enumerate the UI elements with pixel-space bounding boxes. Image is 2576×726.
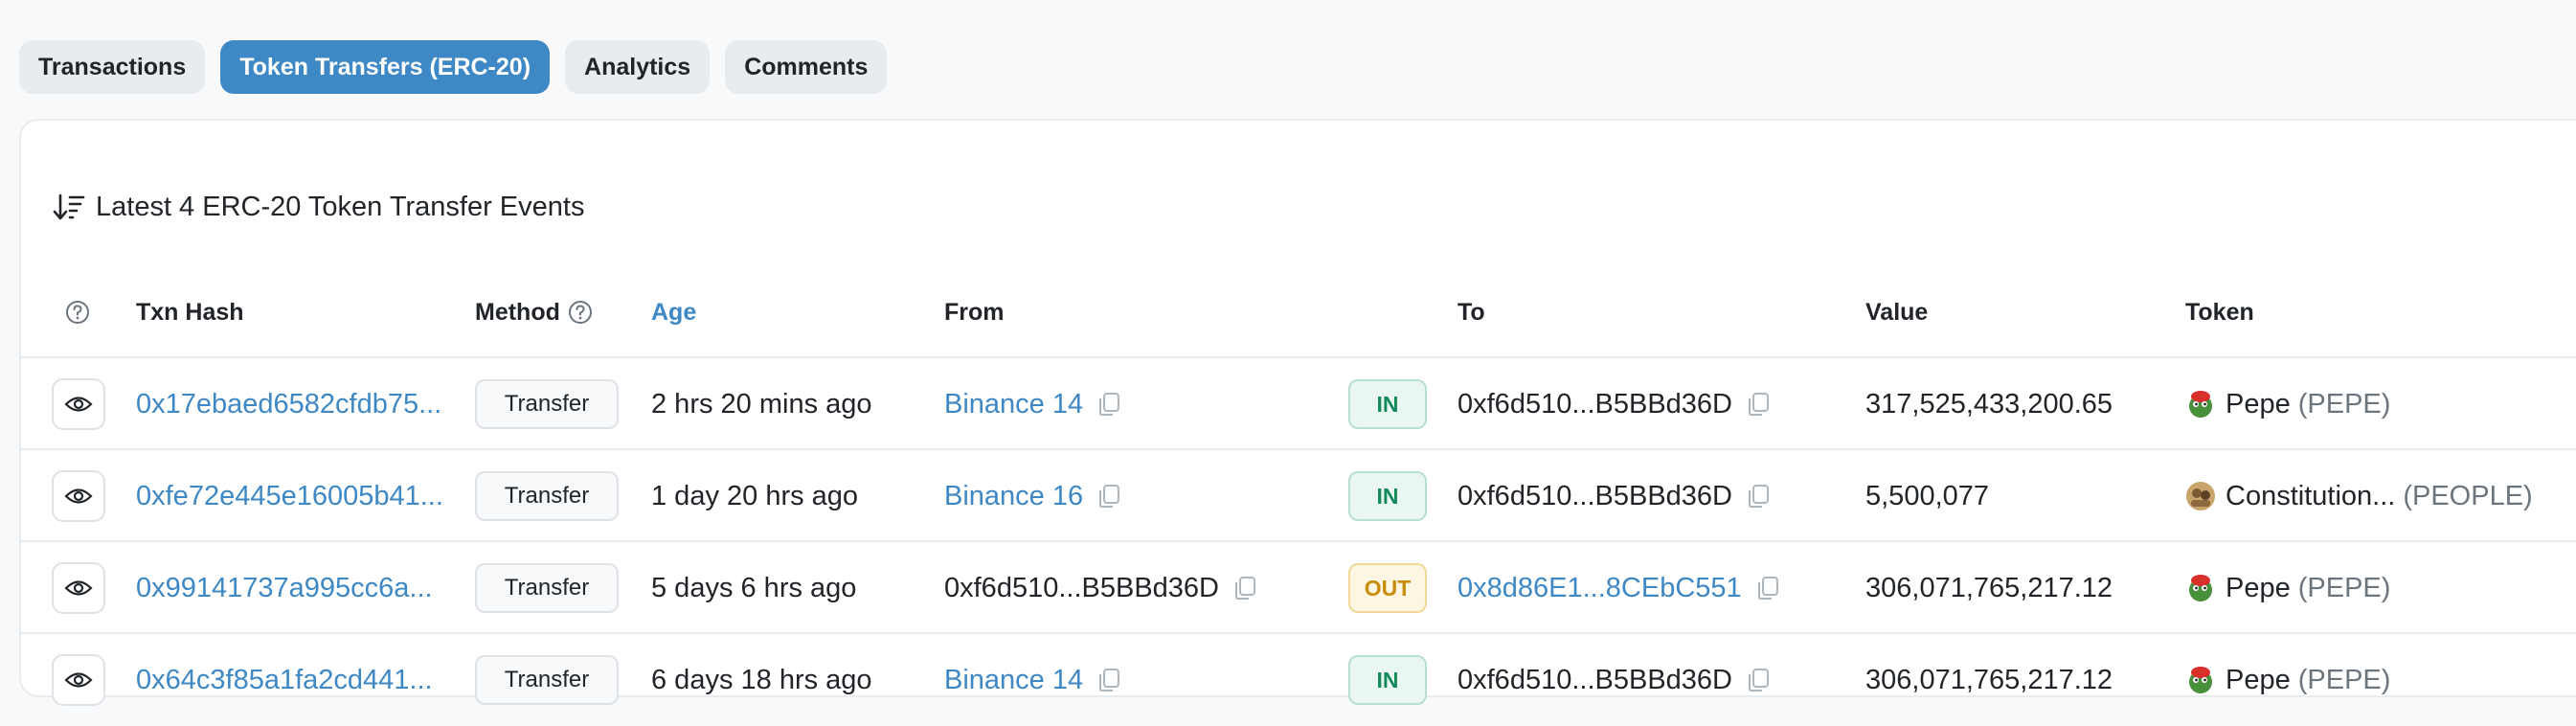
from-address-link[interactable]: Binance 16	[944, 481, 1083, 512]
copy-icon[interactable]	[1095, 390, 1123, 419]
to-address: 0xf6d510...B5BBd36D	[1457, 480, 1732, 511]
method-badge: Transfer	[475, 563, 619, 613]
question-icon[interactable]	[568, 300, 593, 325]
txn-hash-link[interactable]: 0xfe72e445e16005b41...	[136, 450, 443, 542]
token-link[interactable]: Constitution... (PEOPLE)	[2185, 450, 2533, 542]
value-text: 306,071,765,217.12	[1865, 572, 2113, 603]
header-token: Token	[2185, 298, 2254, 326]
method-badge: Transfer	[475, 655, 619, 705]
eye-column-header[interactable]	[65, 266, 90, 358]
eye-icon	[64, 672, 93, 688]
copy-icon[interactable]	[1744, 390, 1773, 419]
view-details-button[interactable]	[52, 562, 105, 614]
tab-comments[interactable]: Comments	[725, 40, 888, 94]
header-to: To	[1457, 298, 1485, 326]
token-symbol: (PEOPLE)	[2403, 480, 2533, 511]
from-address-link[interactable]: Binance 14	[944, 665, 1083, 696]
age-text: 6 days 18 hrs ago	[651, 664, 872, 695]
direction-badge-in: IN	[1348, 379, 1427, 429]
header-age[interactable]: Age	[651, 266, 696, 358]
txn-hash-link[interactable]: 0x99141737a995cc6a...	[136, 542, 433, 634]
token-symbol: (PEPE)	[2297, 664, 2391, 695]
copy-icon[interactable]	[1095, 482, 1123, 510]
tab-token-transfers[interactable]: Token Transfers (ERC-20)	[220, 40, 551, 94]
card-title: Latest 4 ERC-20 Token Transfer Events	[52, 186, 584, 228]
direction-badge-in: IN	[1348, 655, 1427, 705]
copy-icon[interactable]	[1231, 574, 1259, 602]
token-transfers-card: Latest 4 ERC-20 Token Transfer Events Tx…	[19, 119, 2576, 706]
copy-icon[interactable]	[1753, 574, 1782, 602]
table-row: 0x64c3f85a1fa2cd441... Transfer 6 days 1…	[21, 634, 2576, 726]
pepe-token-icon	[2189, 575, 2212, 601]
view-details-button[interactable]	[52, 470, 105, 522]
token-name[interactable]: Pepe	[2226, 389, 2291, 420]
tab-analytics[interactable]: Analytics	[565, 40, 711, 94]
direction-badge-out: OUT	[1348, 563, 1427, 613]
txn-hash-link[interactable]: 0x64c3f85a1fa2cd441...	[136, 634, 433, 726]
method-badge: Transfer	[475, 471, 619, 521]
eye-icon	[64, 488, 93, 504]
copy-icon[interactable]	[1095, 666, 1123, 694]
view-details-button[interactable]	[52, 378, 105, 430]
tab-bar: Transactions Token Transfers (ERC-20) An…	[19, 40, 888, 94]
value-text: 317,525,433,200.65	[1865, 388, 2113, 420]
token-symbol: (PEPE)	[2297, 572, 2391, 603]
token-link[interactable]: Pepe (PEPE)	[2185, 634, 2390, 726]
value-text: 5,500,077	[1865, 480, 1990, 511]
question-icon[interactable]	[65, 300, 90, 325]
sort-icon[interactable]	[52, 190, 86, 224]
table-row: 0x99141737a995cc6a... Transfer 5 days 6 …	[21, 542, 2576, 634]
header-method: Method	[475, 266, 593, 358]
view-details-button[interactable]	[52, 654, 105, 706]
header-method-label: Method	[475, 298, 560, 326]
eye-icon	[64, 580, 93, 596]
header-txn-hash: Txn Hash	[136, 298, 244, 326]
value-text: 306,071,765,217.12	[1865, 664, 2113, 695]
token-link[interactable]: Pepe (PEPE)	[2185, 358, 2390, 450]
pepe-token-icon	[2189, 391, 2212, 418]
header-from: From	[944, 298, 1005, 326]
table-row: 0x17ebaed6582cfdb75... Transfer 2 hrs 20…	[21, 358, 2576, 450]
token-symbol: (PEPE)	[2297, 388, 2391, 420]
to-address: 0xf6d510...B5BBd36D	[1457, 388, 1732, 420]
direction-badge-in: IN	[1348, 471, 1427, 521]
from-address-link[interactable]: Binance 14	[944, 389, 1083, 420]
method-badge: Transfer	[475, 379, 619, 429]
pepe-token-icon	[2189, 667, 2212, 693]
token-name[interactable]: Pepe	[2226, 665, 2291, 696]
token-link[interactable]: Pepe (PEPE)	[2185, 542, 2390, 634]
age-text: 2 hrs 20 mins ago	[651, 388, 872, 420]
people-token-icon	[2186, 482, 2215, 510]
age-text: 1 day 20 hrs ago	[651, 480, 859, 511]
table-header: Txn Hash Method Age From To Value Token	[21, 266, 2576, 358]
from-address: 0xf6d510...B5BBd36D	[944, 572, 1219, 603]
age-text: 5 days 6 hrs ago	[651, 572, 857, 603]
tab-transactions[interactable]: Transactions	[19, 40, 206, 94]
copy-icon[interactable]	[1744, 482, 1773, 510]
to-address: 0xf6d510...B5BBd36D	[1457, 664, 1732, 695]
token-name[interactable]: Pepe	[2226, 573, 2291, 604]
eye-icon	[64, 397, 93, 412]
to-address-link[interactable]: 0x8d86E1...8CEbC551	[1457, 573, 1742, 604]
table-row: 0xfe72e445e16005b41... Transfer 1 day 20…	[21, 450, 2576, 542]
copy-icon[interactable]	[1744, 666, 1773, 694]
token-name[interactable]: Constitution...	[2226, 481, 2395, 512]
txn-hash-link[interactable]: 0x17ebaed6582cfdb75...	[136, 358, 441, 450]
header-value: Value	[1865, 298, 1929, 326]
card-title-text: Latest 4 ERC-20 Token Transfer Events	[96, 191, 585, 222]
